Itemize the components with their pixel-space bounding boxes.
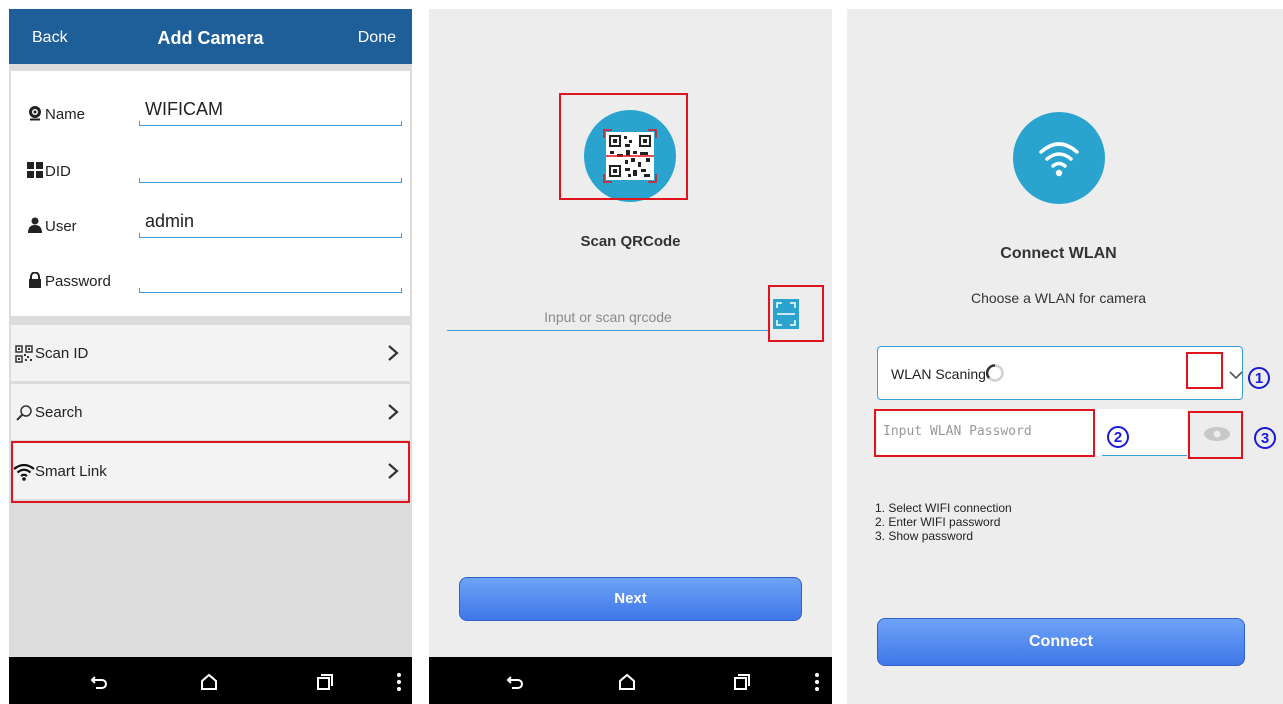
recents-nav-icon[interactable] [315,672,335,692]
connect-wlan-title: Connect WLAN [1000,245,1117,262]
back-nav-icon[interactable] [505,672,525,692]
recents-nav-icon[interactable] [732,672,752,692]
scan-qrcode-screen: Scan QRCode Input or scan qrcode Next [429,9,832,704]
menu-item-scan-id[interactable]: Scan ID [11,325,410,381]
camera-icon [29,106,41,121]
marker-3: 3 [1254,427,1276,449]
loading-spinner-icon [985,364,1004,382]
scan-id-label: Scan ID [35,345,89,362]
connect-button[interactable]: Connect [877,618,1245,666]
app-header: Back Add Camera Done [9,9,412,64]
more-options-icon[interactable] [813,672,821,692]
user-field[interactable]: User admin [11,183,410,238]
field-underline [139,288,402,293]
instruction-item: 2. Enter WIFI password [875,515,1001,529]
chevron-right-icon [388,404,399,420]
camera-form: Name WIFICAM DID User admin Password [11,71,410,316]
highlight-box [874,409,1095,457]
home-nav-icon[interactable] [199,672,219,692]
wifi-badge [1013,112,1105,204]
highlight-box [559,93,688,200]
connect-wlan-subtitle: Choose a WLAN for camera [970,290,1147,306]
user-icon [28,217,42,233]
highlight-box [1186,352,1223,389]
user-label: User [45,218,77,235]
highlight-box [11,441,410,503]
next-button[interactable]: Next [459,577,802,621]
input-underline [1102,455,1187,456]
password-label: Password [45,273,111,290]
page-title: Add Camera [157,28,264,48]
grid-icon [27,162,43,178]
chevron-down-icon[interactable] [1229,370,1243,380]
did-field[interactable]: DID [11,128,410,183]
done-button[interactable]: Done [358,29,396,47]
wlan-select-value: WLAN Scaning [891,366,986,382]
field-underline [139,121,402,126]
instruction-item: 1. Select WIFI connection [875,501,1012,515]
name-value[interactable]: WIFICAM [145,99,223,120]
user-value[interactable]: admin [145,211,194,232]
highlight-box [768,285,824,342]
more-options-icon[interactable] [395,672,403,692]
wifi-icon [1039,142,1079,177]
qrcode-input-placeholder: Input or scan qrcode [544,309,672,325]
password-field[interactable]: Password [11,238,410,293]
connect-wlan-screen: Connect WLAN Choose a WLAN for camera WL… [847,9,1283,704]
did-label: DID [45,163,71,180]
qrcode-input[interactable]: Input or scan qrcode [447,295,769,331]
lock-icon [29,272,41,288]
name-field[interactable]: Name WIFICAM [11,71,410,126]
name-label: Name [45,106,86,123]
instructions-list: 1. Select WIFI connection 2. Enter WIFI … [875,501,1012,543]
search-label: Search [35,404,83,421]
input-underline [447,330,769,331]
search-icon [16,405,32,421]
chevron-right-icon [388,345,399,361]
android-nav-bar [9,657,412,704]
highlight-box [1188,411,1243,459]
home-nav-icon[interactable] [617,672,637,692]
qrcode-icon [15,345,33,363]
instruction-item: 3. Show password [875,529,974,543]
scan-qrcode-title: Scan QRCode [580,233,681,250]
android-nav-bar [429,657,832,704]
marker-1: 1 [1248,367,1270,389]
add-camera-screen: Back Add Camera Done Name WIFICAM DID Us… [9,9,412,704]
menu-item-search[interactable]: Search [11,384,410,440]
marker-2: 2 [1107,426,1129,448]
back-nav-icon[interactable] [89,672,109,692]
